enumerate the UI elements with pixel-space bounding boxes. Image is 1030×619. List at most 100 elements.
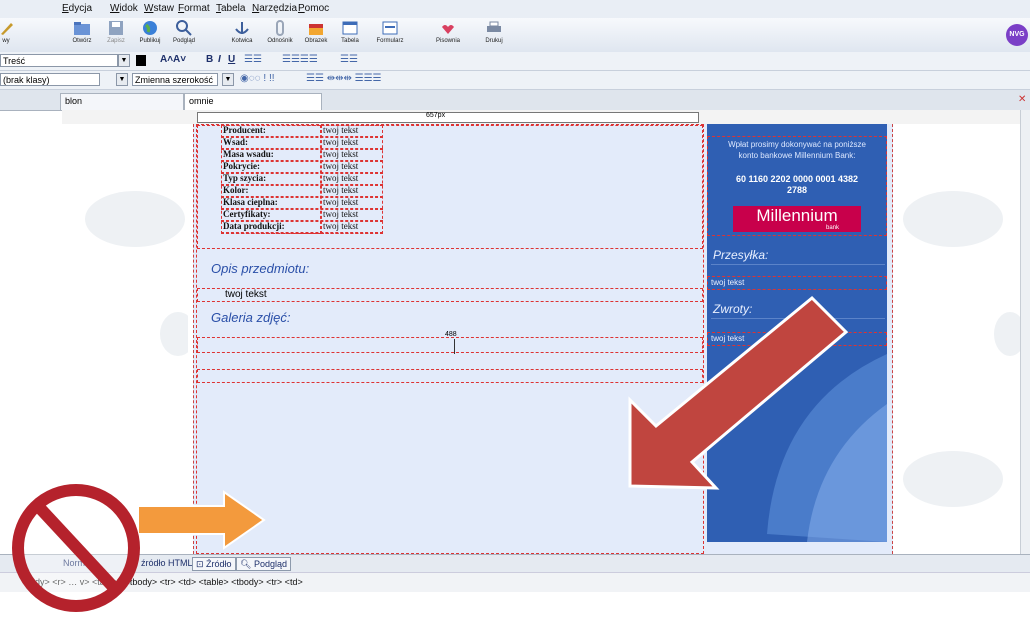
spec-label: Typ szycia: [223, 173, 267, 183]
spec-label: Data produkcji: [223, 221, 285, 231]
document-tabs: blon omnie ✕ [0, 90, 1030, 111]
ruler-bar [197, 112, 699, 123]
spec-value[interactable]: twoj tekst [323, 185, 358, 195]
feather-decoration-left [85, 191, 185, 247]
menu-pomoc[interactable]: Pomoc [298, 3, 329, 14]
menu-edycja[interactable]: Edycja [62, 3, 92, 14]
payment-text-line-2: konto bankowe Millennium Bank: [738, 151, 856, 160]
feather-decoration-right-small [994, 312, 1020, 356]
view-tab-normal[interactable]: Norm [60, 557, 88, 571]
returns-text: twoj tekst [711, 334, 745, 343]
form-button[interactable]: Formularz [370, 20, 410, 44]
content-column: Opis przedmiotu: twoj tekst Galeria zdję… [196, 124, 704, 554]
format-toolbar: Treść ▼ A˄A˅ B I U ☰☰ ☰☰☰☰ ☰☰ [0, 52, 1030, 71]
menu-tabela[interactable]: Tabela [216, 3, 245, 14]
pencil-icon [1, 23, 13, 35]
preview-button[interactable]: Podgląd [164, 20, 204, 44]
table-icon [342, 21, 358, 35]
anchor-button[interactable]: Kotwica [222, 20, 262, 44]
menu-widok[interactable]: Widok [110, 3, 138, 14]
new-button[interactable]: wy [0, 20, 26, 44]
menu-wstaw[interactable]: Wstaw [144, 3, 174, 14]
list-icon[interactable]: ☰☰ [244, 54, 262, 67]
payment-text-line-1: Wpłat prosimy dokonywać na poniższe [728, 140, 866, 149]
description-cell[interactable] [197, 288, 703, 302]
spec-label: Producent: [223, 125, 266, 135]
form-icon [382, 21, 398, 35]
class-select[interactable]: (brak klasy) [0, 73, 100, 86]
font-size-up-icon[interactable]: A˄A˅ [160, 54, 186, 67]
feather-decoration-left-small [160, 312, 188, 356]
gallery-cell[interactable] [197, 337, 703, 353]
print-button[interactable]: Drukuj [474, 20, 514, 44]
spec-label: Masa wsadu: [223, 149, 274, 159]
spec-value[interactable]: twoj tekst [323, 125, 358, 135]
spec-value[interactable]: twoj tekst [323, 197, 358, 207]
chevron-down-icon[interactable]: ▼ [222, 73, 234, 86]
spec-value[interactable]: twoj tekst [323, 137, 358, 147]
description-title: Opis przedmiotu: [211, 261, 310, 276]
element-path[interactable]: ody> <r> … v> <table> <tbody> <tr> <td> … [30, 577, 303, 587]
spec-value[interactable]: twoj tekst [323, 173, 358, 183]
width-select[interactable]: Zmienna szerokość [132, 73, 218, 86]
divider [711, 264, 885, 265]
close-tab-icon[interactable]: ✕ [1018, 94, 1026, 105]
text-color-swatch[interactable] [136, 55, 146, 66]
status-bar: ody> <r> … v> <table> <tbody> <tr> <td> … [0, 572, 1030, 593]
spec-label: Pokrycie: [223, 161, 260, 171]
bold-icon[interactable]: B [206, 54, 213, 67]
shipping-title: Przesyłka: [713, 248, 769, 262]
chevron-down-icon[interactable]: ▼ [116, 73, 128, 86]
spec-row-divider [221, 232, 383, 234]
spellcheck-icon [442, 25, 454, 34]
account-number-line-1: 60 1160 2202 0000 0001 4382 [735, 174, 859, 184]
view-tab-source[interactable]: ⊡ Źródło [192, 557, 236, 571]
magnifier-icon [176, 20, 192, 36]
spec-value[interactable]: twoj tekst [323, 149, 358, 159]
table-tools-icon[interactable]: ◉◌◌ ! !! [240, 73, 275, 86]
paragraph-style-select[interactable]: Treść [0, 54, 118, 67]
link-icon [276, 20, 284, 36]
spec-value[interactable]: twoj tekst [323, 161, 358, 171]
link-button[interactable]: Odnośnik [260, 20, 300, 44]
feather-decoration-sidebar [767, 354, 887, 542]
editor-canvas[interactable]: Opis przedmiotu: twoj tekst Galeria zdję… [62, 124, 1020, 554]
view-mode-tabs: Norm źródło HTML ⊡ Źródło 🔍︎ Podgląd [0, 554, 1030, 573]
spellcheck-button[interactable]: Pisownia [428, 20, 468, 44]
chevron-down-icon[interactable]: ▼ [118, 54, 130, 67]
view-tab-html[interactable]: źródło HTML [138, 557, 196, 571]
image-icon [309, 24, 323, 35]
empty-cell[interactable] [197, 369, 703, 383]
shipping-text: twoj tekst [711, 278, 745, 287]
spec-value[interactable]: twoj tekst [323, 209, 358, 219]
menu-format[interactable]: Format [178, 3, 210, 14]
view-tab-preview[interactable]: 🔍︎ Podgląd [236, 557, 291, 571]
sidebar-column: Wpłat prosimy dokonywać na poniższe kont… [707, 124, 887, 542]
spec-value[interactable]: twoj tekst [323, 221, 358, 231]
below-area [0, 592, 1030, 619]
folder-icon [74, 22, 90, 35]
millennium-bank-logo: Millennium bank [733, 206, 861, 232]
description-text: twoj tekst [225, 289, 267, 300]
class-toolbar: (brak klasy) ▼ Zmienna szerokość ▼ ◉◌◌ !… [0, 71, 1030, 90]
tab-omnie[interactable]: omnie [184, 93, 322, 110]
gallery-width-label: 488 [445, 331, 457, 338]
source-icon: ⊡ [196, 559, 207, 569]
menu-narzedzia[interactable]: Narzędzia [252, 3, 297, 14]
main-toolbar: wy Otwórz Zapisz Publikuj Podgląd Kotwic… [0, 18, 1030, 53]
indent-icon[interactable]: ☰☰ [340, 54, 358, 67]
align-icon[interactable]: ☰☰☰☰ [282, 54, 318, 67]
table-button[interactable]: Tabela [330, 20, 370, 44]
italic-icon[interactable]: I [218, 54, 221, 67]
user-badge[interactable]: NVG [1006, 24, 1028, 46]
returns-title: Zwroty: [713, 302, 753, 316]
anchor-icon [235, 22, 249, 34]
width-ruler: 657px [62, 110, 1020, 125]
table-align-icon[interactable]: ☰☰ ⇹⇹⇹ ☰☰☰ [306, 73, 382, 86]
account-number-line-2: 2788 [786, 185, 808, 195]
feather-decoration-right [903, 191, 1003, 247]
spec-label: Certyfikaty: [223, 209, 271, 219]
tab-blon[interactable]: blon [60, 93, 184, 110]
underline-icon[interactable]: U [228, 54, 235, 67]
vertical-scrollbar[interactable] [1020, 110, 1030, 554]
